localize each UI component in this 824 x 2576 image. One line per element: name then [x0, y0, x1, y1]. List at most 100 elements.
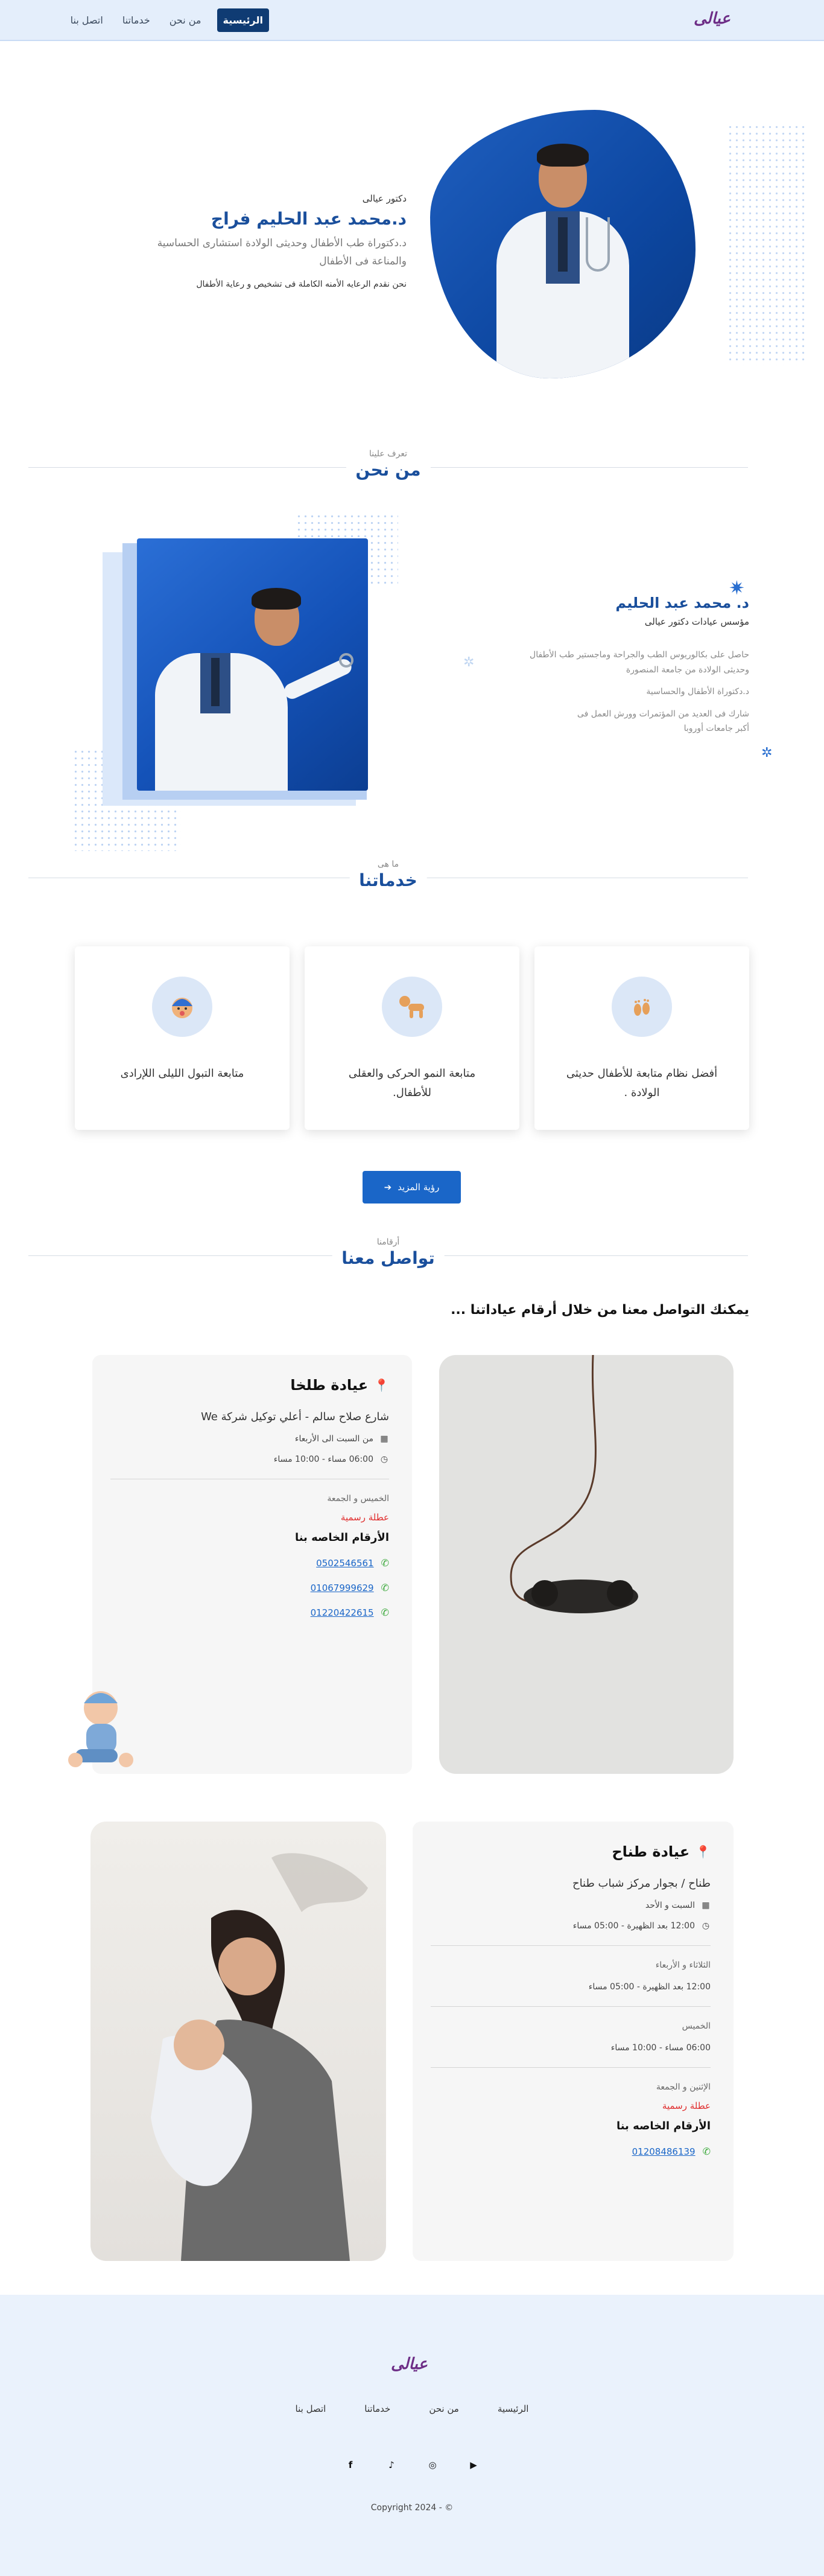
phone-link[interactable]: 01220422615: [311, 1607, 374, 1618]
clinic-address: شارع صلاح سالم - أعلي توكيل شركة We: [201, 1411, 389, 1423]
footer-links: الرئيسية من نحن خدماتنا اتصل بنا: [0, 2403, 824, 2414]
services-cards: أفضل نظام متابعة للأطفال حديثى الولادة .…: [75, 946, 749, 1130]
service-card[interactable]: متابعة التبول الليلى اللإرادى: [75, 946, 290, 1130]
doctor-figure: [143, 581, 366, 791]
clinic-days: ▦ السبت و الأحد: [645, 1901, 710, 1910]
clinic-days: الخميس: [682, 2021, 711, 2031]
about-doctor-name: د. محمد عبد الحليم: [615, 595, 749, 611]
phone-row: ✆ 01208486139: [431, 2146, 711, 2157]
navbar: عيالى الرئيسية من نحن خدماتنا اتصل بنا: [0, 0, 824, 41]
calendar-icon: ▦: [702, 1901, 710, 1910]
clinic-hours: ◷ 06:00 مساء - 10:00 مساء: [273, 1455, 388, 1464]
service-card[interactable]: أفضل نظام متابعة للأطفال حديثى الولادة .: [534, 946, 749, 1130]
clinic-closed-days: الإثنين و الجمعة: [656, 2082, 711, 2092]
see-more-button[interactable]: رؤية المزيد ➔: [363, 1171, 461, 1204]
divider: [431, 2067, 711, 2068]
phone-row: ✆ 0502546561: [110, 1557, 389, 1569]
nav-link-contact[interactable]: اتصل بنا: [67, 10, 107, 31]
nav-link-about[interactable]: من نحن: [166, 10, 205, 31]
calendar-icon: ▦: [380, 1434, 388, 1444]
phone-icon: ✆: [381, 1557, 389, 1569]
service-title: متابعة النمو الحركى والعقلى للأطفال.: [348, 1067, 476, 1099]
clinic-holiday: عطلة رسمية: [340, 1512, 389, 1523]
baby-feet-icon: [612, 977, 672, 1037]
telephone-image: [439, 1355, 734, 1774]
service-card[interactable]: متابعة النمو الحركى والعقلى للأطفال.: [305, 946, 519, 1130]
clinic-address: طناح / بجوار مركز شباب طناح: [572, 1877, 711, 1890]
location-pin-icon: 📍: [696, 1844, 711, 1859]
social-links: ▶ ◎ ♪ f: [0, 2459, 824, 2471]
nav-links: الرئيسية من نحن خدماتنا اتصل بنا: [67, 8, 269, 32]
clock-icon: ◷: [702, 1921, 710, 1931]
sparkle-icon: ✲: [463, 655, 475, 670]
services-section-header: ما هى خدماتنا: [28, 859, 748, 893]
about-bio: د.دكتوراة الأطفال والحساسية: [646, 687, 749, 697]
copyright: © - Copyright 2024: [370, 2503, 454, 2513]
contact-kicker: أرقامنا: [376, 1237, 400, 1247]
about-title: من نحن: [355, 460, 421, 480]
services-kicker: ما هى: [377, 859, 399, 869]
divider: [431, 1945, 711, 1946]
footer-link-contact[interactable]: اتصل بنا: [296, 2403, 326, 2414]
about-doctor-image: [137, 538, 368, 791]
clinic-hours: 06:00 مساء - 10:00 مساء: [610, 2043, 711, 2053]
about-bio: شارك فى العديد من المؤتمرات وورش العمل ف…: [577, 709, 749, 734]
clinic-card-tanah: 📍 عيادة طناح طناح / بجوار مركز شباب طناح…: [413, 1822, 734, 2261]
services-title: خدماتنا: [359, 870, 417, 890]
phones-title: الأرقام الخاصه بنا: [616, 2120, 711, 2132]
hero-subtitle: دكتور عيالى: [362, 193, 407, 204]
phone-icon: ✆: [381, 1582, 389, 1593]
clinic-holiday: عطلة رسمية: [662, 2100, 711, 2111]
clinic-closed-days: الخميس و الجمعة: [327, 1494, 389, 1503]
footer-link-home[interactable]: الرئيسية: [498, 2403, 529, 2414]
nav-link-home[interactable]: الرئيسية: [217, 8, 269, 32]
hero-doctor-image: [430, 110, 696, 378]
hero-dot-pattern: [727, 124, 808, 365]
divider: [431, 2006, 711, 2007]
contact-section-header: أرقامنا تواصل معنا: [28, 1237, 748, 1271]
youtube-icon[interactable]: ▶: [467, 2459, 480, 2471]
footer: عيالى الرئيسية من نحن خدماتنا اتصل بنا ▶…: [0, 2295, 824, 2576]
about-bio: حاصل على بكالوريوس الطب والجراحة وماجستي…: [530, 650, 749, 675]
nav-link-services[interactable]: خدماتنا: [119, 10, 154, 31]
footer-link-about[interactable]: من نحن: [429, 2403, 459, 2414]
arrow-left-icon: ➔: [384, 1182, 392, 1193]
footer-link-services[interactable]: خدماتنا: [364, 2403, 390, 2414]
phones-title: الأرقام الخاصه بنا: [294, 1531, 389, 1544]
baby-face-icon: [152, 977, 212, 1037]
about-kicker: تعرف علينا: [369, 449, 408, 459]
phone-link[interactable]: 0502546561: [316, 1558, 373, 1569]
clinic-title: 📍 عيادة طلخا: [290, 1377, 389, 1394]
mother-baby-image: [90, 1822, 386, 2261]
brand-logo[interactable]: عيالى: [694, 10, 731, 28]
doctor-figure: [484, 127, 641, 378]
contact-title: تواصل معنا: [341, 1248, 435, 1268]
about-section-header: تعرف علينا من نحن: [28, 449, 748, 483]
contact-lead: يمكنك التواصل معنا من خلال أرقام عياداتن…: [451, 1302, 749, 1318]
sparkle-icon: ✲: [761, 745, 773, 760]
instagram-icon[interactable]: ◎: [426, 2459, 439, 2471]
location-pin-icon: 📍: [374, 1378, 389, 1392]
phone-link[interactable]: 01067999629: [311, 1583, 374, 1593]
clock-icon: ◷: [380, 1455, 388, 1464]
hero-text: دكتور عيالى د.محمد عبد الحليم فراج د.دكت…: [123, 193, 407, 289]
baby-illustration: [63, 1684, 142, 1774]
footer-logo[interactable]: عيالى: [391, 2355, 428, 2373]
hero-description: د.دكتوراة طب الأطفال وحديثى الولادة استش…: [157, 237, 407, 267]
tiktok-icon[interactable]: ♪: [385, 2459, 398, 2471]
phone-row: ✆ 01067999629: [110, 1582, 389, 1593]
clinic-hours: 12:00 بعد الظهيرة - 05:00 مساء: [588, 1982, 711, 1992]
clinic-days: ▦ من السبت الى الأربعاء: [294, 1434, 388, 1444]
phone-row: ✆ 01220422615: [110, 1607, 389, 1618]
facebook-icon[interactable]: f: [344, 2459, 357, 2471]
phone-link[interactable]: 01208486139: [632, 2146, 696, 2157]
hero-doctor-name: د.محمد عبد الحليم فراج: [211, 209, 407, 229]
service-title: أفضل نظام متابعة للأطفال حديثى الولادة .: [566, 1067, 718, 1099]
about-text: د. محمد عبد الحليم مؤسس عيادات دكتور عيا…: [484, 595, 749, 736]
service-title: متابعة التبول الليلى اللإرادى: [120, 1067, 244, 1080]
clinic-hours: ◷ 12:00 بعد الظهيرة - 05:00 مساء: [572, 1921, 710, 1931]
phone-icon: ✆: [702, 2146, 711, 2157]
phone-icon: ✆: [381, 1607, 389, 1618]
crawling-baby-icon: [382, 977, 442, 1037]
clinic-days: الثلاثاء و الأربعاء: [655, 1960, 711, 1970]
